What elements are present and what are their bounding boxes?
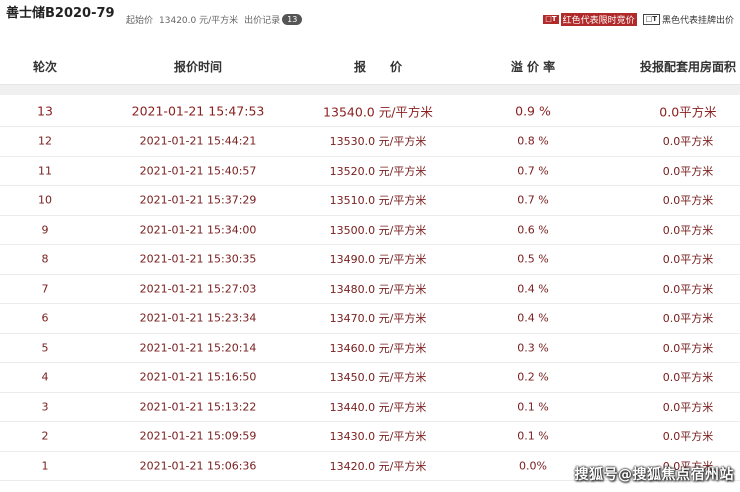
cell-rate: 0.1 % xyxy=(517,400,549,414)
cell-rate: 0.4 % xyxy=(517,311,549,325)
header-divider xyxy=(0,85,740,95)
cell-time: 2021-01-21 15:09:59 xyxy=(139,429,257,443)
cell-rate: 0.7 % xyxy=(517,164,549,178)
cell-price: 13480.0 元/平方米 xyxy=(329,282,427,296)
start-price-label: 起始价 xyxy=(126,16,154,26)
cell-price: 13500.0 元/平方米 xyxy=(329,223,427,237)
cell-price: 13540.0 元/平方米 xyxy=(323,104,433,120)
table-row: 3 2021-01-21 15:13:22 13440.0 元/平方米 0.1 … xyxy=(0,393,740,422)
page-title: 善士储B2020-79 xyxy=(6,6,115,21)
table-row: 10 2021-01-21 15:37:29 13510.0 元/平方米 0.7… xyxy=(0,186,740,216)
cell-area: 0.0平方米 xyxy=(662,223,714,237)
cell-time: 2021-01-21 15:44:21 xyxy=(139,134,257,148)
table-row: 6 2021-01-21 15:23:34 13470.0 元/平方米 0.4 … xyxy=(0,304,740,334)
cell-price: 13490.0 元/平方米 xyxy=(329,253,427,267)
cell-round: 12 xyxy=(38,134,52,148)
table-row: 9 2021-01-21 15:34:00 13500.0 元/平方米 0.6 … xyxy=(0,216,740,245)
cell-area: 0.0平方米 xyxy=(662,164,714,178)
cell-time: 2021-01-21 15:47:53 xyxy=(131,103,265,119)
cell-time: 2021-01-21 15:16:50 xyxy=(139,370,257,384)
table-row: 7 2021-01-21 15:27:03 13480.0 元/平方米 0.4 … xyxy=(0,275,740,304)
cell-rate: 0.7 % xyxy=(517,193,549,207)
cell-round: 10 xyxy=(38,193,52,207)
auction-summary: 起始价 13420.0 元/平方米 出价记录 13 xyxy=(126,13,308,26)
cell-rate: 0.9 % xyxy=(515,103,551,119)
cell-rate: 0.5 % xyxy=(517,252,549,266)
cell-round: 13 xyxy=(37,103,53,119)
start-price-value: 13420.0 元/平方米 xyxy=(159,16,239,26)
table-row: 8 2021-01-21 15:30:35 13490.0 元/平方米 0.5 … xyxy=(0,245,740,275)
table-row: 12 2021-01-21 15:44:21 13530.0 元/平方米 0.8… xyxy=(0,127,740,157)
bid-table-body: 13 2021-01-21 15:47:53 13540.0 元/平方米 0.9… xyxy=(0,96,740,481)
cell-area: 0.0平方米 xyxy=(662,194,714,208)
cell-rate: 0.0% xyxy=(519,459,547,473)
cell-area: 0.0平方米 xyxy=(662,253,714,267)
table-row: 5 2021-01-21 15:20:14 13460.0 元/平方米 0.3 … xyxy=(0,334,740,363)
legend: □T 红色代表限时竞价 □T 黑色代表挂牌出价 xyxy=(537,13,734,26)
table-row: 2 2021-01-21 15:09:59 13430.0 元/平方米 0.1 … xyxy=(0,422,740,452)
cell-round: 5 xyxy=(41,341,49,355)
cell-rate: 0.1 % xyxy=(517,429,549,443)
cell-rate: 0.2 % xyxy=(517,370,549,384)
cell-price: 13520.0 元/平方米 xyxy=(329,164,427,178)
column-header-area: 投报配套用房面积 xyxy=(639,60,737,74)
table-row: 4 2021-01-21 15:16:50 13450.0 元/平方米 0.2 … xyxy=(0,363,740,393)
cell-round: 9 xyxy=(41,223,49,237)
cell-time: 2021-01-21 15:30:35 xyxy=(139,252,257,266)
records-count-badge: 13 xyxy=(282,14,303,25)
cell-area: 0.0平方米 xyxy=(662,312,714,326)
cell-area: 0.0平方米 xyxy=(662,341,714,355)
cell-price: 13530.0 元/平方米 xyxy=(329,135,427,149)
cell-area: 0.0平方米 xyxy=(662,430,714,444)
cell-price: 13460.0 元/平方米 xyxy=(329,341,427,355)
watermark: 搜狐号@搜狐焦点宿州站 xyxy=(574,467,734,483)
cell-time: 2021-01-21 15:34:00 xyxy=(139,223,257,237)
cell-rate: 0.8 % xyxy=(517,134,549,148)
cell-time: 2021-01-21 15:23:34 xyxy=(139,311,257,325)
cell-price: 13510.0 元/平方米 xyxy=(329,194,427,208)
cell-round: 6 xyxy=(41,311,49,325)
table-row: 11 2021-01-21 15:40:57 13520.0 元/平方米 0.7… xyxy=(0,157,740,186)
cell-area: 0.0平方米 xyxy=(662,400,714,414)
column-header-price: 报 价 xyxy=(353,60,403,74)
cell-price: 13430.0 元/平方米 xyxy=(329,430,427,444)
legend-red-text: 红色代表限时竞价 xyxy=(560,13,637,26)
column-header-rate: 溢 价 率 xyxy=(510,60,556,74)
cell-area: 0.0平方米 xyxy=(662,282,714,296)
cell-rate: 0.3 % xyxy=(517,341,549,355)
cell-round: 8 xyxy=(41,252,49,266)
cell-price: 13470.0 元/平方米 xyxy=(329,312,427,326)
legend-black-text: 黑色代表挂牌出价 xyxy=(661,16,734,26)
table-row: 13 2021-01-21 15:47:53 13540.0 元/平方米 0.9… xyxy=(0,96,740,127)
cell-rate: 0.4 % xyxy=(517,282,549,296)
legend-item-red: □T 红色代表限时竞价 xyxy=(543,13,637,26)
cell-time: 2021-01-21 15:37:29 xyxy=(139,193,257,207)
cell-area: 0.0平方米 xyxy=(659,104,717,120)
cell-rate: 0.6 % xyxy=(517,223,549,237)
cell-time: 2021-01-21 15:40:57 xyxy=(139,164,257,178)
column-header-time: 报价时间 xyxy=(173,60,223,74)
cell-time: 2021-01-21 15:06:36 xyxy=(139,459,257,473)
timed-bid-icon: □T xyxy=(543,15,559,24)
cell-round: 4 xyxy=(41,370,49,384)
cell-round: 1 xyxy=(41,459,49,473)
table-header: 轮次 报价时间 报 价 溢 价 率 投报配套用房面积 xyxy=(0,48,740,85)
cell-round: 3 xyxy=(41,400,49,414)
cell-time: 2021-01-21 15:27:03 xyxy=(139,282,257,296)
cell-round: 2 xyxy=(41,429,49,443)
cell-price: 13440.0 元/平方米 xyxy=(329,400,427,414)
cell-price: 13450.0 元/平方米 xyxy=(329,371,427,385)
cell-time: 2021-01-21 15:13:22 xyxy=(139,400,257,414)
cell-time: 2021-01-21 15:20:14 xyxy=(139,341,257,355)
top-bar: 善士储B2020-79 起始价 13420.0 元/平方米 出价记录 13 □T… xyxy=(0,0,740,36)
legend-item-black: □T 黑色代表挂牌出价 xyxy=(642,13,734,26)
cell-round: 11 xyxy=(38,164,52,178)
records-label: 出价记录 xyxy=(244,16,281,26)
column-header-round: 轮次 xyxy=(32,60,58,74)
listing-bid-icon: □T xyxy=(642,14,660,25)
cell-price: 13420.0 元/平方米 xyxy=(329,459,427,473)
cell-round: 7 xyxy=(41,282,49,296)
cell-area: 0.0平方米 xyxy=(662,135,714,149)
cell-area: 0.0平方米 xyxy=(662,371,714,385)
